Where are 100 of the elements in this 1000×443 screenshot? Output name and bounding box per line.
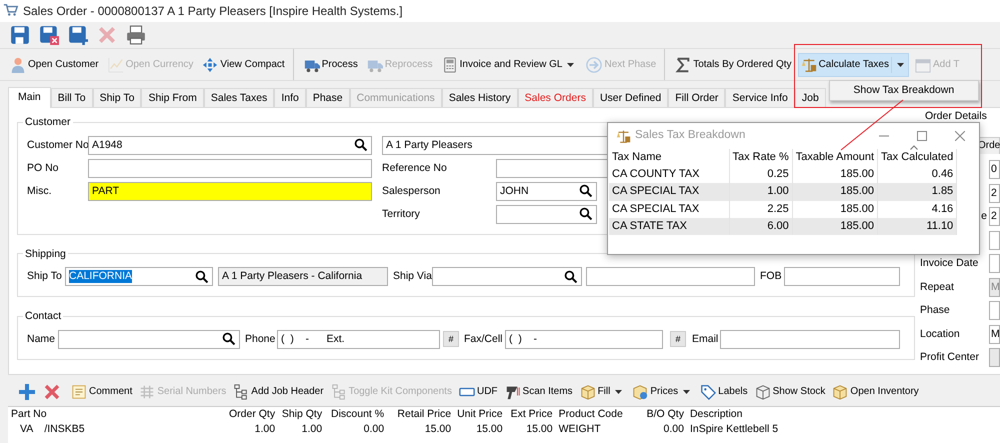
tab[interactable]: Job: [794, 88, 826, 107]
input-field[interactable]: PART: [88, 182, 372, 200]
tab[interactable]: User Defined: [592, 88, 668, 107]
column-header[interactable]: Order Qty: [226, 407, 278, 422]
calendar-icon: [914, 56, 931, 72]
maximize-icon[interactable]: [917, 131, 927, 141]
compress-arrows-icon: [202, 56, 218, 72]
save-close-icon[interactable]: [39, 25, 59, 45]
tree-icon: [233, 384, 250, 400]
column-header[interactable]: B/O Qty: [644, 407, 687, 422]
field-label: FOB: [760, 270, 783, 283]
input-field[interactable]: ( ) - Ext.: [277, 330, 440, 348]
save-icon[interactable]: [10, 25, 30, 45]
toolbar-button[interactable]: Fill: [576, 380, 628, 404]
toolbar-button[interactable]: Scan Items: [502, 380, 576, 404]
toolbar-button[interactable]: View Compact: [199, 52, 288, 76]
input-field[interactable]: [720, 330, 900, 348]
tab[interactable]: Fill Order: [668, 88, 726, 107]
tab[interactable]: Ship From: [141, 88, 204, 107]
input-field[interactable]: [88, 158, 372, 178]
toolbar-button[interactable]: Calculate Taxes: [798, 52, 909, 76]
toolbar-button[interactable]: Prices: [629, 380, 696, 404]
print-icon[interactable]: [126, 25, 146, 45]
tab[interactable]: Service Info: [725, 88, 795, 107]
table-cell: 6.00: [729, 218, 792, 235]
toolbar-button[interactable]: Totals By Ordered Qty: [672, 52, 795, 76]
table-cell-text: VA /INSKB5: [19, 422, 86, 436]
column-header[interactable]: Tax Calculated: [878, 149, 957, 166]
toolbar-button[interactable]: Open Inventory: [829, 380, 922, 404]
toolbar-button[interactable]: Process: [300, 52, 361, 76]
tab[interactable]: Main: [8, 87, 51, 108]
column-header[interactable]: Description: [686, 407, 887, 422]
tab[interactable]: Sales History: [442, 88, 518, 107]
toolbar-button[interactable]: Labels: [697, 380, 751, 404]
search-icon[interactable]: [579, 184, 593, 198]
column-header[interactable]: Ship Qty: [278, 407, 326, 422]
toolbar-button[interactable]: Comment: [68, 380, 136, 404]
input-field[interactable]: [58, 330, 240, 348]
tab[interactable]: Sales Taxes: [204, 88, 274, 107]
tag-icon: [700, 384, 716, 400]
search-icon[interactable]: [195, 270, 209, 284]
input-field[interactable]: JOHN: [496, 182, 597, 200]
tab[interactable]: Info: [274, 88, 306, 107]
input-field[interactable]: CALIFORNIA: [65, 267, 213, 286]
search-icon[interactable]: [564, 270, 578, 284]
column-header[interactable]: Retail Price: [387, 407, 454, 422]
column-header[interactable]: Product Code: [556, 407, 644, 422]
tab[interactable]: Phase: [306, 88, 350, 107]
input-field[interactable]: A 1 Party Pleasers - California: [218, 267, 388, 286]
input-field[interactable]: 2: [989, 184, 1000, 203]
input-field[interactable]: ( ) -: [505, 330, 663, 348]
scale-icon: [800, 56, 817, 72]
input-field[interactable]: [586, 267, 755, 286]
toolbar-button[interactable]: Invoice and Review GL: [438, 52, 580, 76]
tab[interactable]: Sales Orders: [518, 88, 593, 107]
hash-button[interactable]: #: [443, 331, 459, 347]
field-label: Reference No: [382, 162, 448, 174]
column-header[interactable]: Ext Price: [506, 407, 556, 422]
table-cell: 11.10: [878, 218, 957, 235]
input-field[interactable]: M: [989, 324, 1000, 344]
input-field[interactable]: [432, 267, 582, 286]
search-icon[interactable]: [579, 207, 593, 221]
input-field[interactable]: [784, 267, 900, 286]
toolbar-button[interactable]: Add Job Header: [230, 380, 327, 404]
input-field[interactable]: [989, 230, 1000, 250]
input-field[interactable]: [989, 254, 1000, 274]
close-icon[interactable]: [955, 131, 965, 141]
tab[interactable]: Bill To: [50, 88, 93, 107]
table-cell-text: 15.00: [475, 422, 504, 436]
toolbar-button[interactable]: UDF: [456, 380, 501, 404]
input-field[interactable]: [989, 301, 1000, 320]
toolbar-button[interactable]: Show Stock: [752, 380, 828, 404]
field-label: Name: [27, 332, 56, 346]
field-label: PO No: [27, 162, 60, 174]
column-header[interactable]: Tax Rate %: [729, 149, 792, 166]
input-field[interactable]: A1948: [88, 136, 372, 154]
input-field[interactable]: [496, 204, 597, 224]
field-label: Customer No: [27, 138, 88, 152]
add-icon[interactable]: [18, 383, 36, 401]
column-header[interactable]: Unit Price: [454, 407, 506, 422]
table-cell: CA STATE TAX: [609, 218, 729, 235]
toolbar-button[interactable]: Open Customer: [7, 52, 102, 76]
column-header[interactable]: Tax Name: [609, 149, 729, 166]
field-label: Profit Center: [919, 351, 980, 364]
search-icon[interactable]: [222, 332, 236, 346]
table-cell-text: 15.00: [525, 422, 554, 436]
column-header[interactable]: Taxable Amount: [792, 149, 878, 166]
input-field[interactable]: 0: [989, 160, 1000, 180]
hash-button[interactable]: #: [670, 331, 686, 347]
input-field[interactable]: 2: [989, 207, 1000, 226]
table-cell-text: 0.00: [662, 422, 685, 436]
save-new-icon[interactable]: [68, 25, 88, 45]
tree-icon: [330, 384, 347, 400]
table-cell: 185.00: [792, 183, 878, 201]
search-icon[interactable]: [354, 138, 368, 152]
menu-item[interactable]: Show Tax Breakdown: [853, 84, 954, 97]
tab[interactable]: Ship To: [92, 88, 142, 107]
delete-icon[interactable]: [43, 383, 61, 401]
column-header[interactable]: Discount %: [325, 407, 388, 422]
column-header[interactable]: Part No: [8, 407, 226, 422]
